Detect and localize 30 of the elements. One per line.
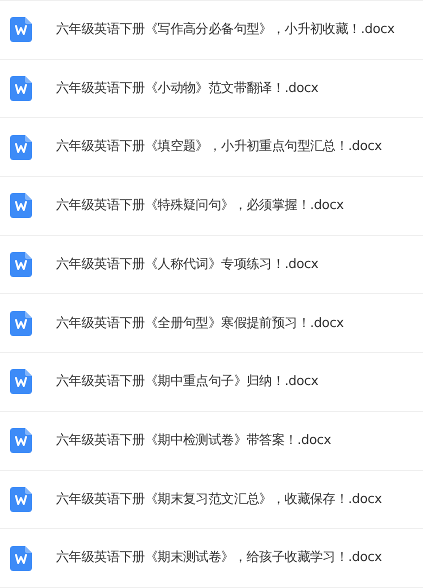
file-name: 六年级英语下册《期中检测试卷》带答案！.docx (56, 432, 331, 450)
file-name: 六年级英语下册《全册句型》寒假提前预习！.docx (56, 314, 344, 333)
file-row[interactable]: 六年级英语下册《人称代词》专项练习！.docx (0, 236, 423, 294)
file-row[interactable]: 六年级英语下册《全册句型》寒假提前预习！.docx (0, 294, 423, 354)
word-document-icon (10, 252, 32, 278)
file-name: 六年级英语下册《小动物》范文带翻译！.docx (56, 80, 318, 98)
file-name: 六年级英语下册《写作高分必备句型》，小升初收藏！.docx (56, 21, 394, 40)
word-document-icon (10, 428, 32, 454)
word-document-icon (10, 369, 32, 394)
file-name: 六年级英语下册《特殊疑问句》，必须掌握！.docx (56, 197, 344, 216)
word-document-icon (10, 17, 32, 42)
word-document-icon (10, 546, 32, 571)
file-row[interactable]: 六年级英语下册《期中检测试卷》带答案！.docx (0, 412, 423, 470)
file-name: 六年级英语下册《填空题》，小升初重点句型汇总！.docx (56, 138, 382, 156)
file-name: 六年级英语下册《期末复习范文汇总》，收藏保存！.docx (56, 490, 382, 509)
file-name: 六年级英语下册《期中重点句子》归纳！.docx (56, 373, 318, 392)
word-document-icon (10, 486, 32, 512)
file-row[interactable]: 六年级英语下册《写作高分必备句型》，小升初收藏！.docx (0, 1, 423, 60)
file-row[interactable]: 六年级英语下册《特殊疑问句》，必须掌握！.docx (0, 177, 423, 236)
file-row[interactable]: 六年级英语下册《期末复习范文汇总》，收藏保存！.docx (0, 470, 423, 530)
file-name: 六年级英语下册《人称代词》专项练习！.docx (56, 256, 318, 274)
file-row[interactable]: 六年级英语下册《小动物》范文带翻译！.docx (0, 60, 423, 118)
file-name: 六年级英语下册《期末测试卷》，给孩子收藏学习！.docx (56, 549, 382, 568)
word-document-icon (10, 193, 32, 218)
file-row[interactable]: 六年级英语下册《期中重点句子》归纳！.docx (0, 353, 423, 412)
word-document-icon (10, 76, 32, 102)
word-document-icon (10, 134, 32, 160)
file-row[interactable]: 六年级英语下册《填空题》，小升初重点句型汇总！.docx (0, 118, 423, 178)
file-row[interactable]: 六年级英语下册《期末测试卷》，给孩子收藏学习！.docx (0, 529, 423, 588)
word-document-icon (10, 310, 32, 336)
